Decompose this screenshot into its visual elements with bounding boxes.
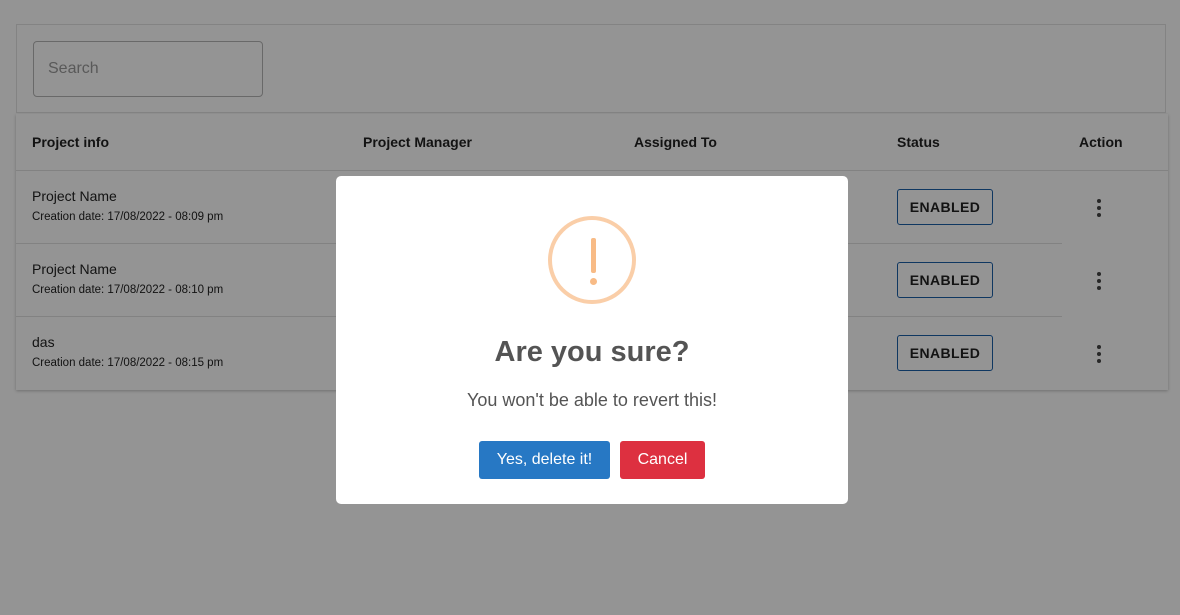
confirm-dialog: Are you sure? You won't be able to rever… [336, 176, 848, 504]
warning-exclamation-icon [548, 216, 636, 304]
dialog-text: You won't be able to revert this! [467, 390, 717, 410]
confirm-delete-button[interactable]: Yes, delete it! [479, 441, 610, 479]
dialog-title: Are you sure? [494, 336, 690, 368]
page: Project info Project Manager Assigned To… [0, 0, 1180, 615]
cancel-button[interactable]: Cancel [620, 441, 705, 479]
